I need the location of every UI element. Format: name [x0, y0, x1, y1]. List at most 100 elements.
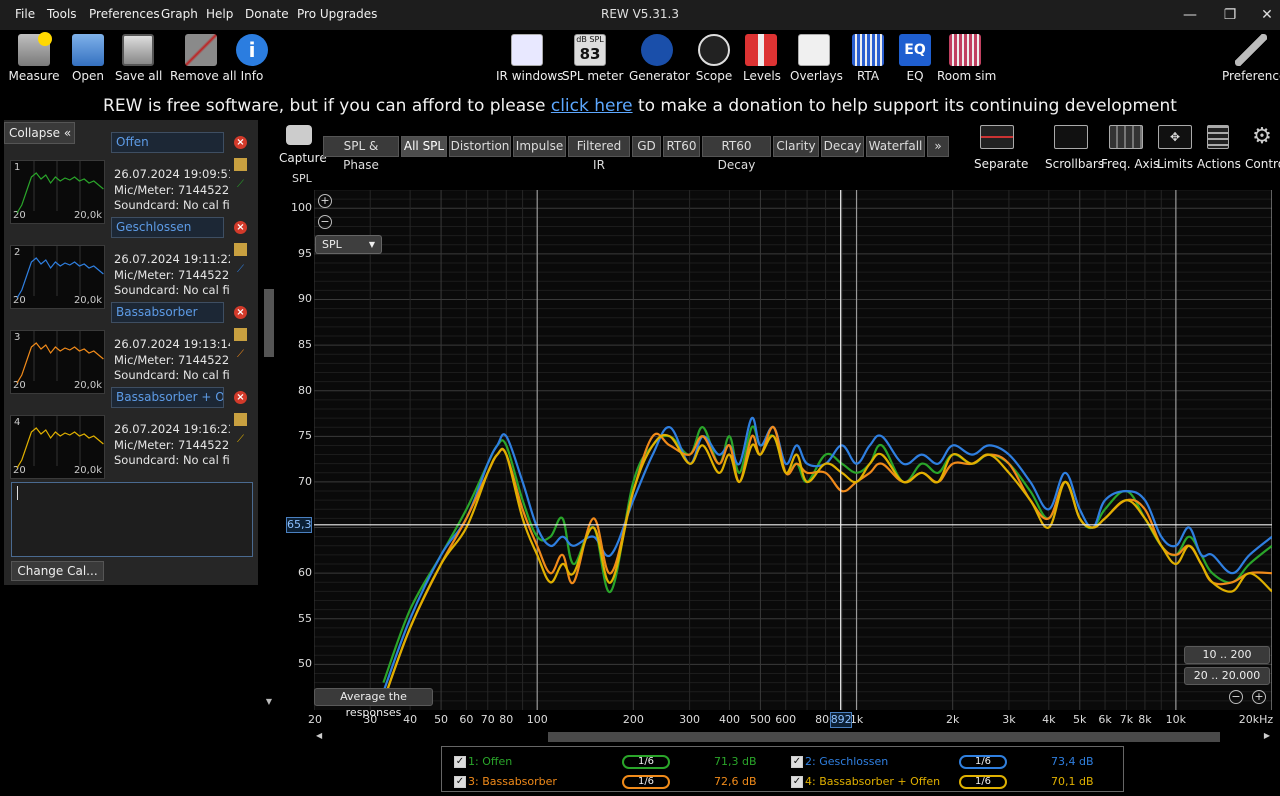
tab-distortion[interactable]: Distortion — [449, 136, 511, 157]
tab-more[interactable]: » — [927, 136, 949, 157]
trace-color-icon[interactable]: ⟋ — [234, 178, 247, 191]
tab-impulse[interactable]: Impulse — [513, 136, 566, 157]
scope-button[interactable]: Scope — [695, 34, 733, 90]
measurement-name-field[interactable]: Offen — [111, 132, 224, 153]
tab-all-spl[interactable]: All SPL — [401, 136, 447, 157]
legend-smoothing-selector[interactable]: 1/6 — [959, 775, 1007, 789]
zoom-in-x-icon[interactable]: + — [1252, 690, 1266, 704]
tab-rt60-decay[interactable]: RT60 Decay — [702, 136, 771, 172]
thumbnail-curve — [16, 161, 104, 214]
trace-color-icon[interactable]: ⟋ — [234, 348, 247, 361]
spl-select[interactable]: SPL ▼ — [315, 235, 382, 254]
measure-button[interactable]: Measure — [8, 32, 60, 90]
minimize-icon[interactable]: — — [1175, 4, 1205, 26]
x-tick-label: 20kHz — [1238, 713, 1274, 726]
delete-measurement-icon[interactable]: × — [234, 306, 247, 319]
edit-measurement-icon[interactable] — [234, 158, 247, 171]
overlays-button[interactable]: Overlays — [790, 34, 843, 90]
legend-smoothing-selector[interactable]: 1/6 — [622, 775, 670, 789]
preferences-button[interactable]: Preferences — [1222, 34, 1280, 90]
x-tick-label: 10k — [1165, 713, 1187, 726]
average-responses-button[interactable]: Average the responses — [314, 688, 433, 719]
capture-button[interactable]: Capture — [279, 125, 327, 165]
measurement-date: 26.07.2024 19:13:14 — [114, 337, 230, 351]
scrollbars-button[interactable]: Scrollbars — [1045, 125, 1104, 171]
rta-button[interactable]: RTA — [850, 34, 886, 90]
actions-button[interactable]: Actions — [1197, 125, 1241, 171]
close-icon[interactable]: ✕ — [1252, 4, 1280, 26]
x-tick-label: 4k — [1042, 713, 1056, 726]
limits-button[interactable]: ✥ Limits — [1157, 125, 1193, 171]
generator-button[interactable]: Generator — [629, 34, 690, 90]
zoom-out-x-icon[interactable]: − — [1229, 690, 1243, 704]
legend-checkbox[interactable]: ✓ — [454, 776, 466, 788]
change-cal-button[interactable]: Change Cal... — [11, 561, 104, 581]
legend-checkbox[interactable]: ✓ — [791, 776, 803, 788]
delete-measurement-icon[interactable]: × — [234, 136, 247, 149]
levels-icon — [745, 34, 777, 66]
remove-all-button[interactable]: Remove all — [170, 34, 237, 90]
edit-measurement-icon[interactable] — [234, 328, 247, 341]
measurements-scrollbar[interactable]: ▼ — [264, 125, 274, 706]
overlays-icon — [798, 34, 830, 66]
maximize-icon[interactable]: ❐ — [1215, 4, 1245, 26]
info-button[interactable]: i Info — [236, 34, 268, 90]
measurement-thumbnail[interactable]: 3 20 20,0k — [10, 330, 105, 394]
measurement-name-field[interactable]: Geschlossen — [111, 217, 224, 238]
range-10-200-button[interactable]: 10 .. 200 — [1184, 646, 1270, 664]
donation-link[interactable]: click here — [551, 96, 633, 116]
freq-axis-button[interactable]: Freq. Axis — [1101, 125, 1159, 171]
separate-button[interactable]: Separate — [974, 125, 1028, 171]
delete-measurement-icon[interactable]: × — [234, 391, 247, 404]
measurement-thumbnail[interactable]: 2 20 20,0k — [10, 245, 105, 309]
measurement-mic: Mic/Meter: 7144522.tx — [114, 182, 230, 197]
zoom-out-icon[interactable]: − — [318, 215, 332, 229]
measurement-name-field[interactable]: Bassabsorber — [111, 302, 224, 323]
main-toolbar: Measure Open Save all Remove all i Info … — [0, 30, 1280, 90]
tab-filtered-ir[interactable]: Filtered IR — [568, 136, 630, 172]
trace-color-icon[interactable]: ⟋ — [234, 263, 247, 276]
tab-spl-phase[interactable]: SPL & Phase — [323, 136, 399, 172]
tab-clarity[interactable]: Clarity — [773, 136, 819, 157]
range-20-20000-button[interactable]: 20 .. 20.000 — [1184, 667, 1270, 685]
spl-graph[interactable] — [314, 190, 1272, 710]
tab-gd[interactable]: GD — [632, 136, 661, 157]
scroll-down-icon[interactable]: ▼ — [264, 697, 274, 706]
scroll-left-icon[interactable]: ◀ — [316, 731, 322, 740]
tab-rt60[interactable]: RT60 — [663, 136, 700, 157]
room-sim-button[interactable]: Room sim — [937, 34, 996, 90]
x-tick-label: 40 — [403, 713, 418, 726]
delete-measurement-icon[interactable]: × — [234, 221, 247, 234]
measurement-name-field[interactable]: Bassabsorber + Offen — [111, 387, 224, 408]
graph-scroll-thumb[interactable] — [548, 732, 1220, 742]
legend-smoothing-selector[interactable]: 1/6 — [959, 755, 1007, 769]
legend-value: 73,4 dB — [1051, 755, 1094, 768]
controls-button[interactable]: ⚙ Contro — [1244, 125, 1280, 171]
spl-meter-icon: dB SPL 83 — [574, 34, 606, 66]
levels-button[interactable]: Levels — [743, 34, 781, 90]
spl-meter-button[interactable]: dB SPL 83 SPL meter — [562, 34, 623, 90]
ir-windows-button[interactable]: IR windows — [496, 34, 563, 90]
thumbnail-curve-path — [16, 172, 104, 214]
legend-smoothing-selector[interactable]: 1/6 — [622, 755, 670, 769]
save-all-button[interactable]: Save all — [115, 34, 162, 90]
trace-color-icon[interactable]: ⟋ — [234, 433, 247, 446]
edit-measurement-icon[interactable] — [234, 413, 247, 426]
measurements-scroll-thumb[interactable] — [264, 289, 274, 357]
tab-decay[interactable]: Decay — [821, 136, 864, 157]
scroll-right-icon[interactable]: ▶ — [1264, 731, 1270, 740]
measurement-thumbnail[interactable]: 1 20 20,0k — [10, 160, 105, 224]
chevron-down-icon: ▼ — [368, 240, 375, 249]
tab-waterfall[interactable]: Waterfall — [866, 136, 925, 157]
eq-button[interactable]: EQ EQ — [898, 34, 932, 90]
y-tick-label: 95 — [298, 246, 312, 260]
measurement-thumbnail[interactable]: 4 20 20,0k — [10, 415, 105, 479]
zoom-in-icon[interactable]: + — [318, 194, 332, 208]
generator-icon — [641, 34, 673, 66]
legend-checkbox[interactable]: ✓ — [791, 756, 803, 768]
legend-checkbox[interactable]: ✓ — [454, 756, 466, 768]
edit-measurement-icon[interactable] — [234, 243, 247, 256]
open-button[interactable]: Open — [67, 34, 109, 90]
thumbnail-curve-path — [16, 257, 104, 299]
notes-field[interactable] — [11, 482, 253, 557]
